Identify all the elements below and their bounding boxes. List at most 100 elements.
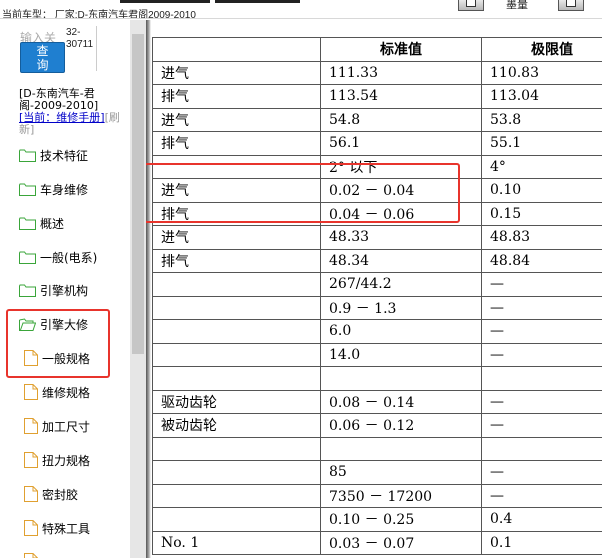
table-row: 进气 0.02 － 0.04 0.10 [152,178,602,203]
table-cell [152,319,321,344]
model-info: [D-东南汽车-君阁-2009-2010] [19,87,99,112]
table-cell: — [481,483,602,508]
sidebar-item-label: 一般(电系) [40,250,98,265]
sidebar-item-label: 概述 [40,216,65,231]
table-cell: 7350 － 17200 [320,483,482,508]
table-cell: 0.03 － 0.07 [320,530,482,555]
search-code-line: 32- [66,27,81,38]
sidebar-item[interactable]: 维修规格 [24,381,90,403]
sidebar-item[interactable]: 加工尺寸 [24,415,90,437]
table-row: 排气 0.04 － 0.06 0.15 [152,201,602,226]
sidebar-item[interactable]: 引擎大修 [19,313,88,335]
table-row: 驱动齿轮 0.08 － 0.14— [152,389,602,414]
document-icon [24,384,38,400]
table-row: 进气 111.33 110.83 [152,60,602,85]
sidebar-item[interactable]: 扭力规格 [24,449,90,471]
table-cell: 110.83 [481,60,602,85]
table-cell: 111.33 [320,60,482,85]
table-cell: 48.84 [481,248,602,273]
table-row: 排气 56.1 55.1 [152,131,602,156]
document-icon [24,452,38,468]
document-icon [24,486,38,502]
header-cell: 标准值 [320,37,482,62]
sidebar-item-label: 引擎大修 [40,317,89,332]
scrollbar-thumb[interactable] [132,34,144,354]
top-bar: 当前车型： 厂家:D-东南汽车君阁2009-2010 墨量 [0,0,602,19]
table-row: 0.9 － 1.3— [152,295,602,320]
table-cell: — [481,389,602,414]
table-cell: 0.4 [481,507,602,532]
toolbar-edge [215,0,300,3]
content-top [151,20,602,36]
folder-icon [19,284,36,297]
table-cell: 排气 [152,84,321,109]
table-cell: 进气 [152,178,321,203]
pane-edge [146,20,151,558]
table-cell: — [481,295,602,320]
table-cell [152,460,321,485]
sidebar-item[interactable]: 一般规格 [24,347,90,369]
sidebar-item-label: 车身维修 [40,182,89,197]
table-cell: 排气 [152,201,321,226]
sidebar-item[interactable]: 一般(电系) [19,246,97,268]
sidebar-item[interactable]: 特殊工具 [24,517,90,539]
table-cell: 进气 [152,225,321,250]
table-cell: — [481,342,602,367]
folder-open-icon [19,317,36,331]
document-icon [24,553,38,558]
sidebar-item[interactable]: 车身维修 [19,178,88,200]
sidebar-item-label: 加工尺寸 [42,419,91,434]
table-cell: 被动齿轮 [152,413,321,438]
sidebar-item[interactable]: 概述 [19,212,64,234]
table-cell: 进气 [152,107,321,132]
table-cell [152,436,321,461]
sidebar-item[interactable]: 密封胶 [24,483,78,505]
table-cell: 14.0 [320,342,482,367]
table-cell [481,436,602,461]
sidebar-item-label: 技术特征 [40,148,89,163]
header-cell [152,37,321,62]
table-row: 0.10 － 0.25 0.4 [152,507,602,532]
toolbar-button[interactable] [458,0,484,11]
sidebar-item-label: 一般规格 [42,351,91,366]
table-cell: 0.9 － 1.3 [320,295,482,320]
table-row: 排气 48.34 48.84 [152,248,602,273]
table-cell: 48.34 [320,248,482,273]
sidebar-item[interactable]: 引擎机构 [19,279,88,301]
sidebar-item-label: 特殊工具 [42,521,91,536]
sidebar-item[interactable]: 技术特征 [19,144,88,166]
table-cell [152,483,321,508]
table-cell: 0.04 － 0.06 [320,201,482,226]
current-section: [当前：维修手册][刷新] [19,112,134,136]
table-row: 被动齿轮 0.06 － 0.12— [152,413,602,438]
search-code-line: 30711 [66,39,94,50]
window-icon [466,0,476,7]
table-cell: 54.8 [320,107,482,132]
window-icon [566,0,576,7]
sidebar-item-label: 密封胶 [42,487,79,502]
table-cell [152,342,321,367]
table-cell: 0.10 － 0.25 [320,507,482,532]
sidebar-item[interactable] [24,550,42,558]
document-icon [24,418,38,434]
table-cell [152,154,321,179]
table-cell: 6.0 [320,319,482,344]
content-pane: 标准值 极限值 进气 111.33 110.83 排气 113.54 113.04 进气 54… [146,20,602,558]
table-cell: 0.08 － 0.14 [320,389,482,414]
toolbar-label: 墨量 [506,0,528,9]
table-cell: 113.04 [481,84,602,109]
search-code: 32- 30711 [66,27,93,51]
table-cell: 267/44.2 [320,272,482,297]
sidebar-item-label: 引擎机构 [40,283,89,298]
table-cell: 4° [481,154,602,179]
table-cell: 0.06 － 0.12 [320,413,482,438]
table-header-row: 标准值 极限值 [152,37,602,62]
table-cell: 排气 [152,131,321,156]
sidebar-item-label: 扭力规格 [42,453,91,468]
table-cell: 0.15 [481,201,602,226]
table-cell: — [481,319,602,344]
toolbar-button[interactable] [558,0,584,11]
table-cell: 85 [320,460,482,485]
table-row: 7350 － 17200— [152,483,602,508]
search-button[interactable]: 查 询 [20,42,65,73]
